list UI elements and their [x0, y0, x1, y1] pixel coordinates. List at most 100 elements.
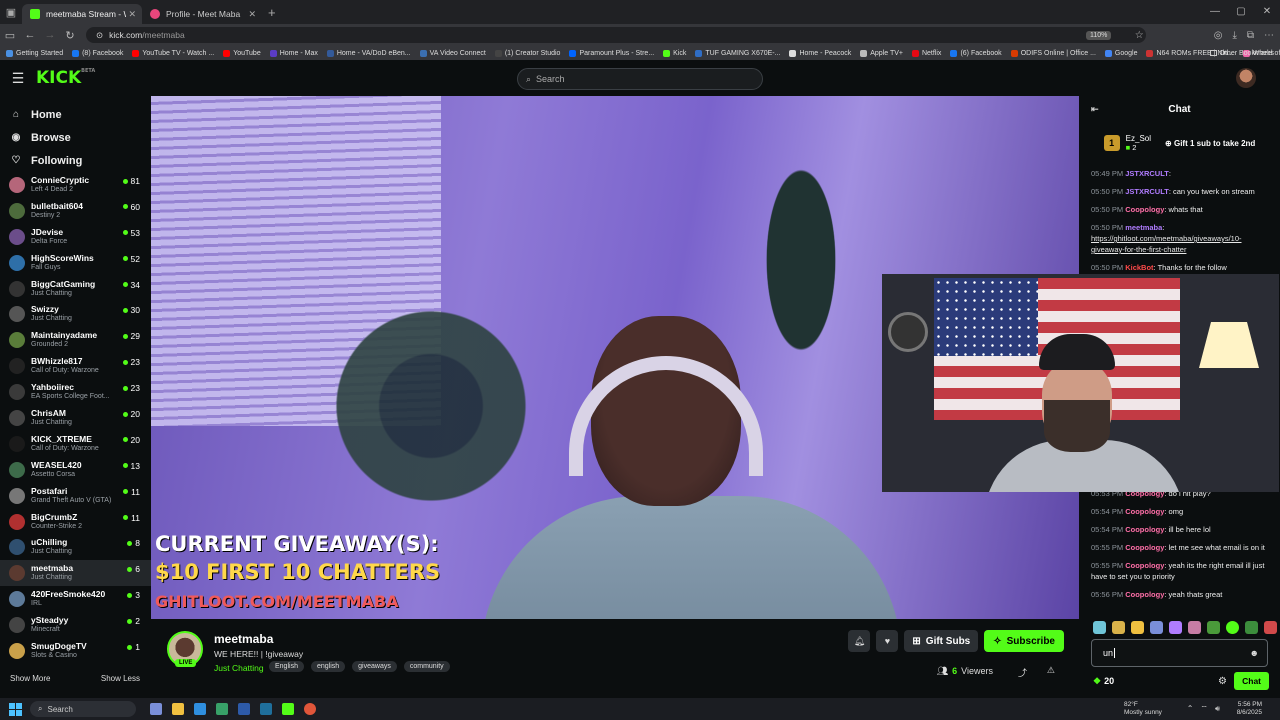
zoom-badge[interactable]: 110%	[1086, 30, 1112, 40]
bookmark-item[interactable]: Google	[1104, 49, 1137, 57]
message-username[interactable]: JSTXRCULT	[1125, 169, 1169, 178]
followed-channel-item[interactable]: Swizzy Just Chatting 30	[0, 301, 151, 327]
close-tab-icon[interactable]: ✕	[128, 9, 136, 20]
emote-icon[interactable]	[1226, 621, 1239, 634]
follow-heart-button[interactable]: ♥	[876, 630, 899, 652]
sidebar-toggle-icon[interactable]: ▭	[0, 29, 20, 42]
channel-points[interactable]: ❖ 20	[1093, 676, 1114, 687]
emote-icon[interactable]	[1264, 621, 1277, 634]
bookmark-item[interactable]: Apple TV+	[860, 49, 903, 57]
followed-channel-item[interactable]: HighScoreWins Fall Guys 52	[0, 250, 151, 276]
bookmark-item[interactable]: Paramount Plus - Stre...	[569, 49, 654, 57]
chat-input[interactable]: un ☻	[1091, 639, 1268, 667]
maximize-icon[interactable]: ▢	[1228, 0, 1254, 24]
bookmark-item[interactable]: Getting Started	[6, 49, 63, 57]
hamburger-menu-icon[interactable]: ☰	[0, 70, 36, 87]
message-username[interactable]: Coopology	[1125, 525, 1164, 534]
show-more-button[interactable]: Show More	[10, 674, 50, 683]
followed-channel-item[interactable]: SmugDogeTV Slots & Casino 1	[0, 638, 151, 664]
volume-icon[interactable]: 🔊︎	[1215, 704, 1220, 714]
followed-channel-item[interactable]: Yahboiirec EA Sports College Foot... 23	[0, 379, 151, 405]
collapse-chat-icon[interactable]: ⇤	[1091, 104, 1099, 115]
bookmark-item[interactable]: TUF GAMING X670E-...	[695, 49, 780, 57]
nav-browse[interactable]: ◉ Browse	[0, 126, 151, 149]
app-icon[interactable]	[282, 703, 294, 715]
message-username[interactable]: KickBot	[1125, 263, 1153, 272]
stream-tag[interactable]: English	[269, 661, 304, 672]
bookmark-item[interactable]: YouTube TV - Watch ...	[132, 49, 214, 57]
browser-tab[interactable]: Profile - Meet Maba ✕	[142, 4, 262, 24]
bookmark-item[interactable]: VA Video Connect	[419, 49, 486, 57]
followed-channel-item[interactable]: ConnieCryptic Left 4 Dead 2 81	[0, 172, 151, 198]
download-icon[interactable]: ⤓	[1232, 30, 1236, 41]
followed-channel-item[interactable]: meetmaba Just Chatting 6	[0, 560, 151, 587]
show-less-button[interactable]: Show Less	[101, 674, 140, 683]
followed-channel-item[interactable]: WEASEL420 Assetto Corsa 13	[0, 457, 151, 483]
bookmark-item[interactable]: Home - VA/DoD eBen...	[326, 49, 411, 57]
followed-channel-item[interactable]: BWhizzle817 Call of Duty: Warzone 23	[0, 353, 151, 379]
emote-icon[interactable]	[1131, 621, 1144, 634]
chat-settings-icon[interactable]: ⚙	[1218, 676, 1227, 687]
bookmark-item[interactable]: Home - Max	[269, 49, 318, 57]
bookmark-item[interactable]: Netflix	[911, 49, 941, 57]
notification-bell-button[interactable]: 🔔︎	[848, 630, 871, 652]
message-username[interactable]: JSTXRCULT	[1125, 187, 1169, 196]
weather-widget[interactable]: 82°F Mostly sunny	[1124, 701, 1162, 717]
followed-channel-item[interactable]: KICK_XTREME Call of Duty: Warzone 20	[0, 431, 151, 457]
bookmark-item[interactable]: Kick	[663, 49, 686, 57]
file-explorer-icon[interactable]	[172, 703, 184, 715]
bookmark-item[interactable]: ODIFS Online | Office ...	[1010, 49, 1096, 57]
task-view-icon[interactable]	[150, 703, 162, 715]
close-window-icon[interactable]: ✕	[1254, 0, 1280, 24]
tray-chevron-icon[interactable]: ⌃	[1187, 704, 1194, 714]
followed-channel-item[interactable]: Maintainyadame Grounded 2 29	[0, 327, 151, 353]
followed-channel-item[interactable]: 420FreeSmoke420 IRL 3	[0, 586, 151, 612]
emote-icon[interactable]	[1188, 621, 1201, 634]
reload-icon[interactable]: ↻	[60, 29, 80, 42]
followed-channel-item[interactable]: BigCrumbZ Counter-Strike 2 11	[0, 509, 151, 535]
network-icon[interactable]: ⌔	[1200, 704, 1208, 714]
bookmark-item[interactable]: (1) Creator Studio	[494, 49, 560, 57]
xbox-icon[interactable]	[216, 703, 228, 715]
report-icon[interactable]: ⚠	[1047, 665, 1055, 676]
emoji-picker-icon[interactable]: ☻	[1250, 648, 1259, 658]
firefox-icon[interactable]	[304, 703, 316, 715]
stream-tag[interactable]: community	[403, 661, 450, 672]
windows-start-icon[interactable]	[6, 700, 24, 718]
store-icon[interactable]	[238, 703, 250, 715]
nav-home[interactable]: ⌂ Home	[0, 103, 151, 126]
followed-channel-item[interactable]: ySteadyy Minecraft 2	[0, 612, 151, 638]
new-tab-icon[interactable]: +	[268, 5, 276, 20]
emote-icon[interactable]	[1150, 621, 1163, 634]
streamer-name[interactable]: meetmaba	[214, 632, 273, 646]
followed-channel-item[interactable]: uChilling Just Chatting 8	[0, 534, 151, 560]
sub-leaderboard[interactable]: 1 Ez_Sol ■ 2 ⊕ Gift 1 sub to take 2nd	[1079, 122, 1280, 164]
message-link[interactable]: https://ghitloot.com/meetmaba/giveaways/…	[1091, 234, 1242, 254]
forward-icon[interactable]: →	[40, 29, 60, 41]
edge-icon[interactable]	[194, 703, 206, 715]
emote-icon[interactable]	[1207, 621, 1220, 634]
followed-channel-item[interactable]: ChrisAM Just Chatting 20	[0, 405, 151, 431]
other-bookmarks[interactable]: Other Bookmarks	[1209, 50, 1274, 57]
followed-channel-item[interactable]: bulletbait604 Destiny 2 60	[0, 198, 151, 224]
more-menu-icon[interactable]: ⋯	[1264, 30, 1274, 41]
nav-following[interactable]: ♡ Following	[0, 149, 151, 172]
clock[interactable]: 5:56 PM 8/6/2025	[1237, 701, 1262, 717]
app-icon[interactable]	[260, 703, 272, 715]
emote-icon[interactable]	[1112, 621, 1125, 634]
subscribe-button[interactable]: ✧ Subscribe	[984, 630, 1064, 652]
bookmark-item[interactable]: YouTube	[223, 49, 261, 57]
message-username[interactable]: Coopology	[1125, 543, 1164, 552]
search-input[interactable]: ⌕ Search	[517, 68, 763, 90]
followed-channel-item[interactable]: BiggCatGaming Just Chatting 34	[0, 276, 151, 302]
send-chat-button[interactable]: Chat	[1234, 672, 1269, 690]
emote-icon[interactable]	[1093, 621, 1106, 634]
message-username[interactable]: Coopology	[1125, 561, 1164, 570]
copilot-icon[interactable]: ◎	[1214, 30, 1223, 41]
stream-tag[interactable]: english	[310, 661, 346, 672]
message-username[interactable]: Coopology	[1125, 205, 1164, 214]
user-avatar[interactable]	[1236, 68, 1256, 88]
extensions-icon[interactable]: ⧉	[1247, 30, 1254, 41]
stream-category[interactable]: Just Chatting	[214, 663, 264, 673]
share-icon[interactable]: ⤴	[1018, 666, 1027, 679]
